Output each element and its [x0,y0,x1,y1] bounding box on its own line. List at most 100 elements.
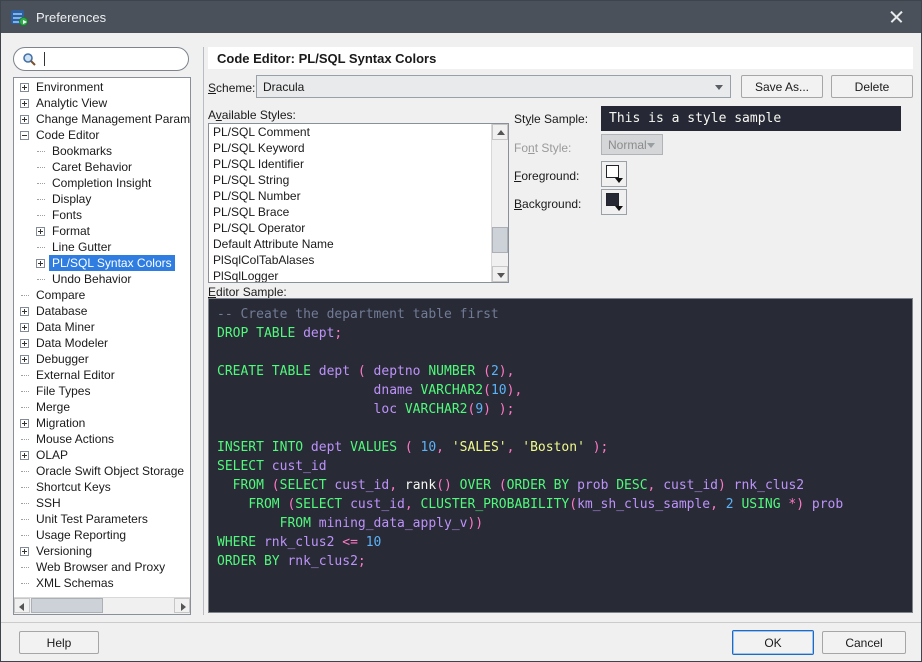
tree-item-label[interactable]: Compare [33,287,88,303]
tree-item-label[interactable]: Change Management Parameters [33,111,190,127]
tree-item-change-management-parameters[interactable]: Change Management Parameters [14,111,190,127]
tree-item-label[interactable]: External Editor [33,367,118,383]
tree-item-data-modeler[interactable]: Data Modeler [14,335,190,351]
help-button[interactable]: Help [19,631,99,654]
tree-horizontal-scrollbar[interactable] [14,597,190,614]
tree-item-label[interactable]: OLAP [33,447,71,463]
tree-item-code-editor[interactable]: Code Editor [14,127,190,143]
list-item[interactable]: PlSqlLogger [209,268,491,282]
expand-icon[interactable] [20,419,29,428]
list-item[interactable]: PL/SQL Brace [209,204,491,220]
tree-item-label[interactable]: File Types [33,383,93,399]
tree-item-shortcut-keys[interactable]: Shortcut Keys [14,479,190,495]
expand-icon[interactable] [20,355,29,364]
tree-item-display[interactable]: Display [14,191,190,207]
tree-item-label[interactable]: Shortcut Keys [33,479,114,495]
tree-item-migration[interactable]: Migration [14,415,190,431]
tree-item-label[interactable]: Oracle Swift Object Storage [33,463,187,479]
tree-item-label[interactable]: Mouse Actions [33,431,117,447]
cancel-button[interactable]: Cancel [822,631,906,654]
tree-item-web-browser-and-proxy[interactable]: Web Browser and Proxy [14,559,190,575]
tree-item-analytic-view[interactable]: Analytic View [14,95,190,111]
tree-item-compare[interactable]: Compare [14,287,190,303]
ok-button[interactable]: OK [732,630,814,655]
tree-item-mouse-actions[interactable]: Mouse Actions [14,431,190,447]
expand-icon[interactable] [20,307,29,316]
tree-item-completion-insight[interactable]: Completion Insight [14,175,190,191]
list-item[interactable]: PL/SQL Comment [209,124,491,140]
tree-item-unit-test-parameters[interactable]: Unit Test Parameters [14,511,190,527]
tree-item-label[interactable]: Usage Reporting [33,527,129,543]
delete-button[interactable]: Delete [831,75,913,98]
tree-item-xml-schemas[interactable]: XML Schemas [14,575,190,591]
tree-item-undo-behavior[interactable]: Undo Behavior [14,271,190,287]
save-as-button[interactable]: Save As... [741,75,823,98]
tree-item-label[interactable]: Bookmarks [49,143,115,159]
expand-icon[interactable] [20,115,29,124]
tree-item-label[interactable]: Format [49,223,93,239]
tree-item-usage-reporting[interactable]: Usage Reporting [14,527,190,543]
tree-item-label[interactable]: Debugger [33,351,92,367]
tree-item-versioning[interactable]: Versioning [14,543,190,559]
tree-item-label[interactable]: SSH [33,495,64,511]
tree-item-label[interactable]: Completion Insight [49,175,154,191]
tree-item-label[interactable]: Database [33,303,90,319]
tree-item-data-miner[interactable]: Data Miner [14,319,190,335]
tree-item-label[interactable]: Analytic View [33,95,110,111]
tree-item-database[interactable]: Database [14,303,190,319]
search-box[interactable] [13,47,189,71]
list-item[interactable]: PL/SQL Number [209,188,491,204]
list-item[interactable]: Default Attribute Name [209,236,491,252]
tree-item-label[interactable]: Migration [33,415,88,431]
tree-item-line-gutter[interactable]: Line Gutter [14,239,190,255]
scroll-left-icon[interactable] [14,598,30,613]
tree-item-caret-behavior[interactable]: Caret Behavior [14,159,190,175]
expand-icon[interactable] [20,547,29,556]
tree-item-bookmarks[interactable]: Bookmarks [14,143,190,159]
close-icon[interactable] [881,5,911,29]
tree-item-label[interactable]: Fonts [49,207,85,223]
tree-item-oracle-swift-object-storage[interactable]: Oracle Swift Object Storage [14,463,190,479]
list-item[interactable]: PlSqlColTabAlases [209,252,491,268]
tree-item-olap[interactable]: OLAP [14,447,190,463]
tree-item-pl-sql-syntax-colors[interactable]: PL/SQL Syntax Colors [14,255,190,271]
expand-icon[interactable] [20,83,29,92]
scroll-up-icon[interactable] [492,124,508,140]
tree-item-external-editor[interactable]: External Editor [14,367,190,383]
tree-item-label[interactable]: Display [49,191,94,207]
foreground-color-picker[interactable] [601,161,627,187]
tree-item-merge[interactable]: Merge [14,399,190,415]
collapse-icon[interactable] [20,131,29,140]
tree-item-label[interactable]: Data Miner [33,319,98,335]
expand-icon[interactable] [20,451,29,460]
tree-item-debugger[interactable]: Debugger [14,351,190,367]
expand-icon[interactable] [36,227,45,236]
expand-icon[interactable] [20,323,29,332]
tree-item-label[interactable]: XML Schemas [33,575,117,591]
scrollbar-thumb[interactable] [31,598,103,613]
tree-item-fonts[interactable]: Fonts [14,207,190,223]
tree-item-label[interactable]: Caret Behavior [49,159,135,175]
tree-item-label[interactable]: Environment [33,79,106,95]
styles-vertical-scrollbar[interactable] [491,124,508,282]
tree-item-label[interactable]: PL/SQL Syntax Colors [49,255,175,271]
tree-item-ssh[interactable]: SSH [14,495,190,511]
list-item[interactable]: PL/SQL Keyword [209,140,491,156]
tree-item-label[interactable]: Data Modeler [33,335,111,351]
expand-icon[interactable] [36,259,45,268]
scroll-right-icon[interactable] [174,598,190,613]
tree-item-label[interactable]: Unit Test Parameters [33,511,151,527]
tree-item-label[interactable]: Merge [33,399,73,415]
font-style-select[interactable]: Normal [601,134,663,155]
background-color-picker[interactable] [601,189,627,215]
list-item[interactable]: PL/SQL Identifier [209,156,491,172]
tree-item-label[interactable]: Web Browser and Proxy [33,559,168,575]
scrollbar-thumb[interactable] [492,227,508,253]
tree-item-format[interactable]: Format [14,223,190,239]
scroll-down-icon[interactable] [492,266,508,282]
tree-item-label[interactable]: Undo Behavior [49,271,134,287]
expand-icon[interactable] [20,99,29,108]
tree-item-label[interactable]: Line Gutter [49,239,114,255]
list-item[interactable]: PL/SQL String [209,172,491,188]
tree-item-label[interactable]: Code Editor [33,127,102,143]
